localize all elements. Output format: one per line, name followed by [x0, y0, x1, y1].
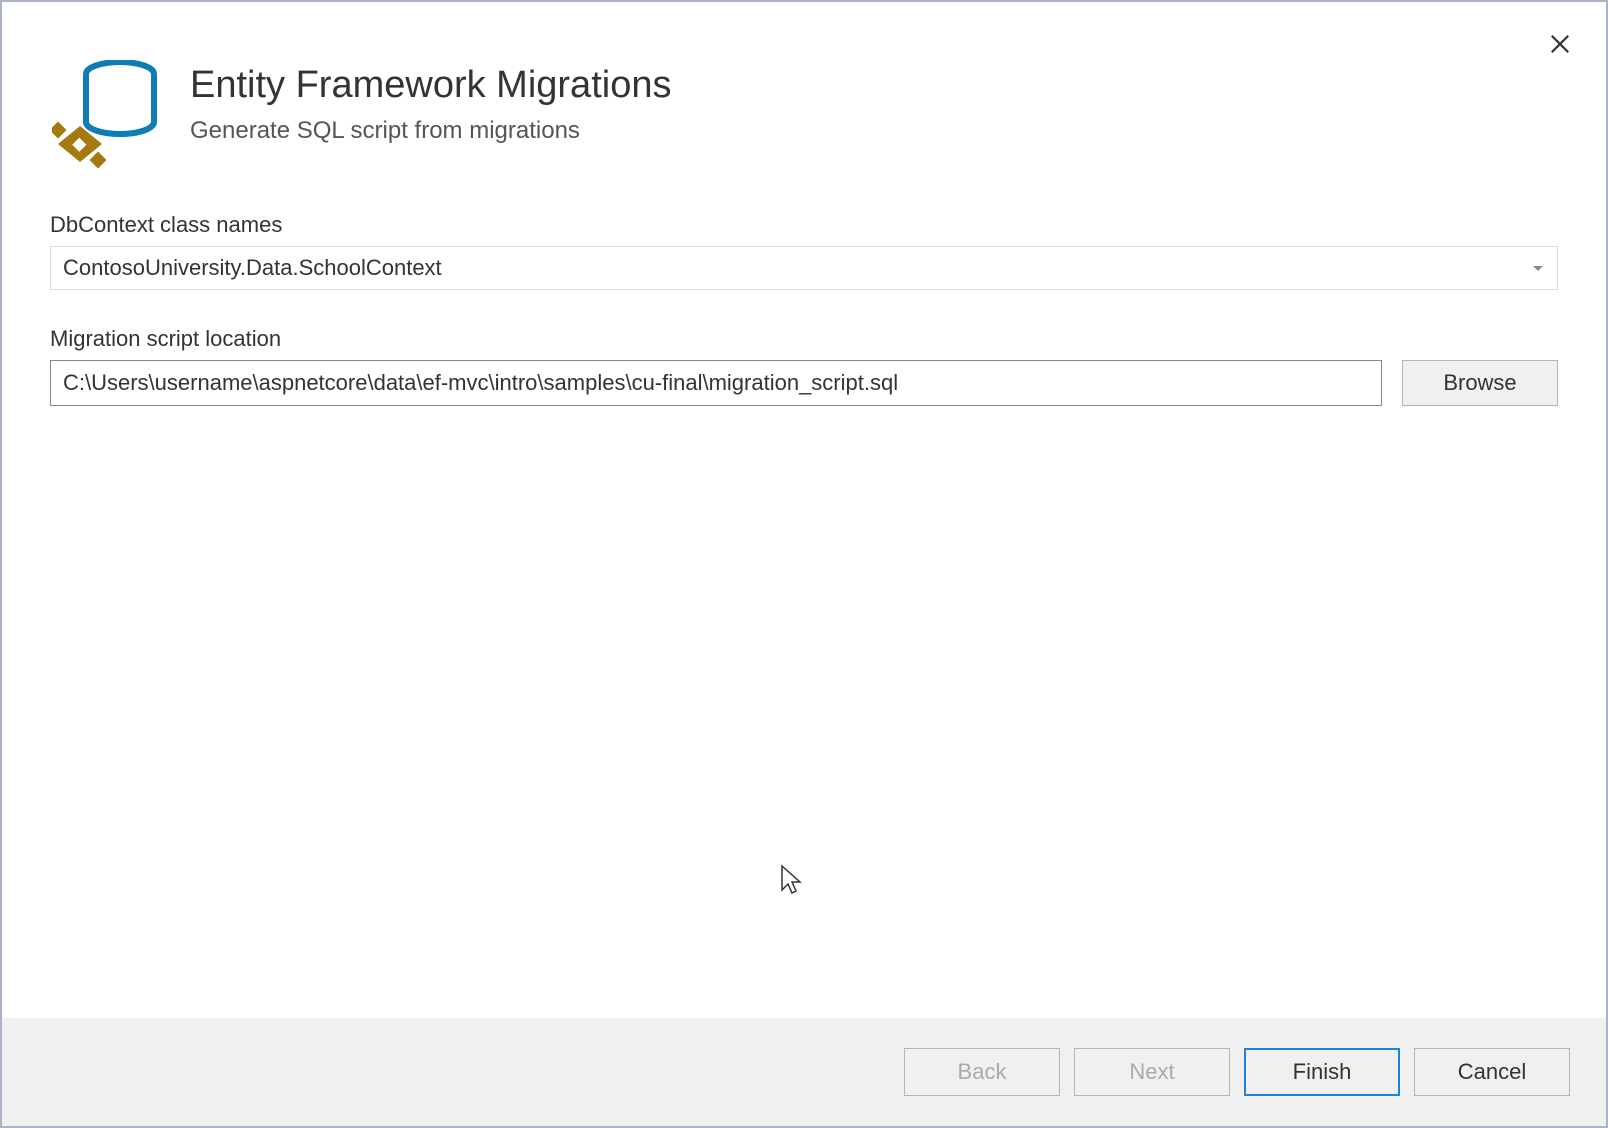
location-input[interactable] — [50, 360, 1382, 406]
next-button: Next — [1074, 1048, 1230, 1096]
back-button: Back — [904, 1048, 1060, 1096]
location-field-group: Migration script location Browse — [50, 326, 1558, 406]
dbcontext-combobox[interactable]: ContosoUniversity.Data.SchoolContext — [50, 246, 1558, 290]
location-row: Browse — [50, 360, 1558, 406]
close-button[interactable] — [1546, 30, 1574, 58]
title-block: Entity Framework Migrations Generate SQL… — [190, 60, 671, 145]
dialog-content: DbContext class names ContosoUniversity.… — [2, 170, 1606, 1018]
chevron-down-icon — [1533, 266, 1543, 271]
dialog-title: Entity Framework Migrations — [190, 64, 671, 107]
browse-button[interactable]: Browse — [1402, 360, 1558, 406]
dbcontext-field-group: DbContext class names ContosoUniversity.… — [50, 212, 1558, 290]
dialog-header: Entity Framework Migrations Generate SQL… — [2, 2, 1606, 170]
cancel-button[interactable]: Cancel — [1414, 1048, 1570, 1096]
dbcontext-label: DbContext class names — [50, 212, 1558, 238]
close-icon — [1549, 33, 1571, 55]
dialog-footer: Back Next Finish Cancel — [2, 1018, 1606, 1126]
ef-migrations-icon — [52, 60, 162, 170]
finish-button[interactable]: Finish — [1244, 1048, 1400, 1096]
dialog-subtitle: Generate SQL script from migrations — [190, 117, 671, 145]
dbcontext-value: ContosoUniversity.Data.SchoolContext — [63, 255, 1533, 281]
location-label: Migration script location — [50, 326, 1558, 352]
dialog-window: Entity Framework Migrations Generate SQL… — [0, 0, 1608, 1128]
